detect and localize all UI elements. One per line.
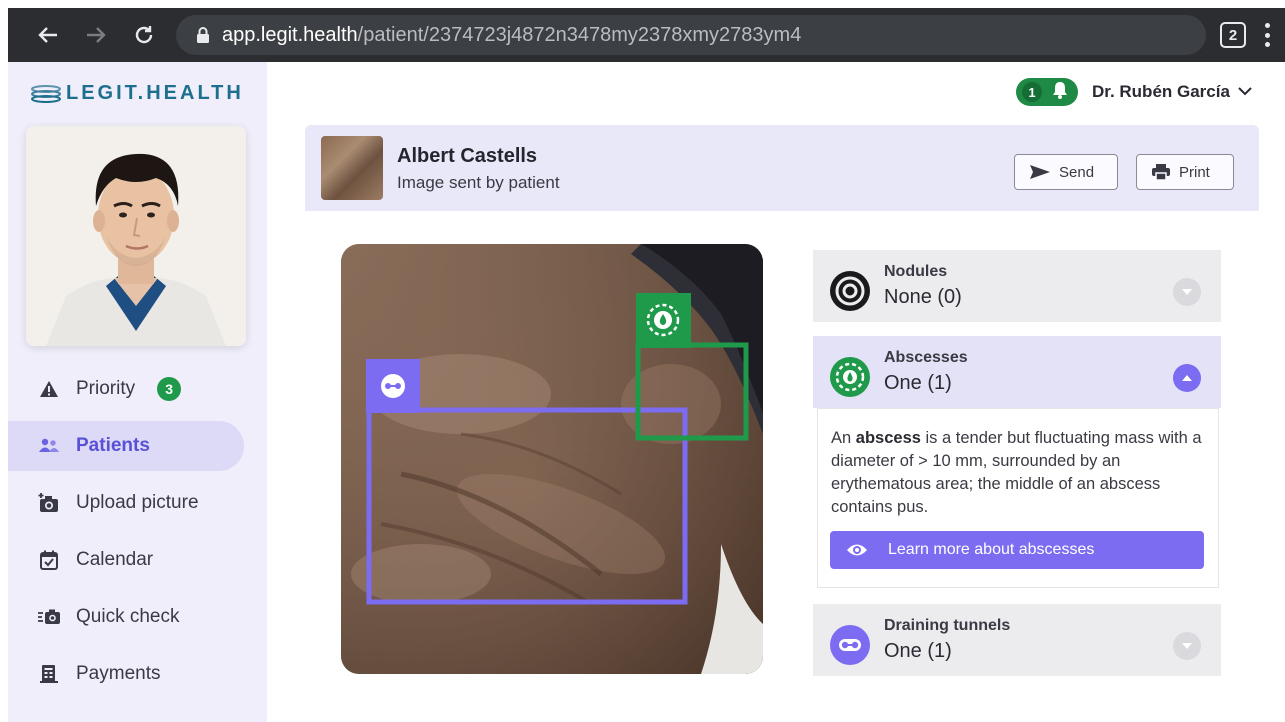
chevron-up-icon[interactable] [1173,364,1201,392]
draining-tunnel-marker-icon [381,374,405,398]
finding-title: Nodules [884,263,948,280]
quick-camera-icon [38,606,60,628]
doctor-photo [26,126,246,346]
sidebar-item-upload-picture[interactable]: Upload picture [8,478,267,528]
warning-triangle-icon [38,378,60,400]
sidebar-item-label: Patients [76,435,150,456]
chevron-down-icon[interactable] [1173,278,1201,306]
sidebar: LEGIT.HEALTH Priority 3 Patients Upload … [8,62,267,722]
sidebar-item-patients[interactable]: Patients [8,421,244,471]
send-icon [1030,165,1050,179]
print-button[interactable]: Print [1136,154,1234,190]
finding-value: One (1) [884,372,952,394]
notification-count: 1 [1022,82,1042,102]
sidebar-item-label: Quick check [76,606,180,627]
finding-card-nodules[interactable]: Nodules None (0) [813,250,1221,322]
doctor-name[interactable]: Dr. Rubén García [1092,82,1230,102]
sidebar-item-calendar[interactable]: Calendar [8,535,267,585]
user-bar: 1 Dr. Rubén García [1016,78,1252,106]
back-button[interactable] [28,8,68,62]
abscess-details: An abscess is a tender but fluctuating m… [817,408,1219,588]
reload-button[interactable] [124,8,164,62]
sidebar-item-label: Calendar [76,549,154,570]
learn-more-button[interactable]: Learn more about abscesses [830,531,1204,569]
arrow-right-icon [87,27,106,43]
logo-icon [31,84,61,103]
abscess-icon [829,356,871,398]
finding-card-draining-tunnels[interactable]: Draining tunnels One (1) [813,604,1221,676]
draining-tunnel-icon [829,624,871,666]
finding-title: Abscesses [884,349,968,366]
sidebar-item-label: Priority [76,378,136,399]
chevron-down-icon[interactable] [1238,83,1252,101]
add-photo-icon [38,492,60,514]
patient-image-thumbnail[interactable] [321,136,383,200]
forward-button[interactable] [76,8,116,62]
sidebar-item-quick-check[interactable]: Quick check [8,592,267,642]
browser-toolbar: app.legit.health/patient/2374723j4872n34… [8,8,1285,62]
learn-more-label: Learn more about abscesses [888,541,1095,558]
lock-icon [196,27,212,43]
browser-chrome: app.legit.health/patient/2374723j4872n34… [0,0,1285,62]
patient-subtitle: Image sent by patient [397,173,560,192]
users-icon [38,435,60,457]
chevron-down-icon[interactable] [1173,632,1201,660]
url-host: app.legit.health [222,23,358,46]
arrow-left-icon [38,27,57,43]
finding-value: None (0) [884,286,962,308]
sidebar-item-label: Payments [76,663,161,684]
calendar-check-icon [38,549,60,571]
logo[interactable]: LEGIT.HEALTH [30,82,244,105]
tab-count-button[interactable]: 2 [1220,22,1246,48]
reload-icon [135,26,153,44]
send-label: Send [1059,163,1095,181]
sidebar-item-priority[interactable]: Priority 3 [8,364,267,414]
finding-card-abscesses[interactable]: Abscesses One (1) [813,336,1221,408]
abscess-term: abscess [855,429,921,447]
notifications-button[interactable]: 1 [1016,78,1078,106]
printer-icon [1152,164,1170,181]
sidebar-item-payments[interactable]: Payments [8,649,267,699]
eye-icon [847,544,867,556]
patient-header: Albert Castells Image sent by patient Se… [305,125,1259,211]
url-path: /patient/2374723j4872n3478my2378xmy2783y… [357,23,802,46]
sidebar-nav: Priority 3 Patients Upload picture Calen… [8,364,267,706]
nodule-icon [829,270,871,312]
print-label: Print [1179,163,1210,181]
finding-value: One (1) [884,640,952,662]
sidebar-item-label: Upload picture [76,492,199,513]
priority-count-badge: 3 [157,377,182,401]
send-button[interactable]: Send [1014,154,1118,190]
receipt-icon [38,663,60,685]
lesion-image[interactable] [341,244,763,674]
browser-menu-icon[interactable] [1258,20,1276,50]
patient-name: Albert Castells [397,145,538,167]
bell-icon [1052,81,1068,104]
finding-title: Draining tunnels [884,617,1011,634]
address-bar[interactable]: app.legit.health/patient/2374723j4872n34… [176,15,1206,55]
logo-text: LEGIT.HEALTH [66,82,244,104]
abscess-description: An abscess is a tender but fluctuating m… [831,429,1202,516]
